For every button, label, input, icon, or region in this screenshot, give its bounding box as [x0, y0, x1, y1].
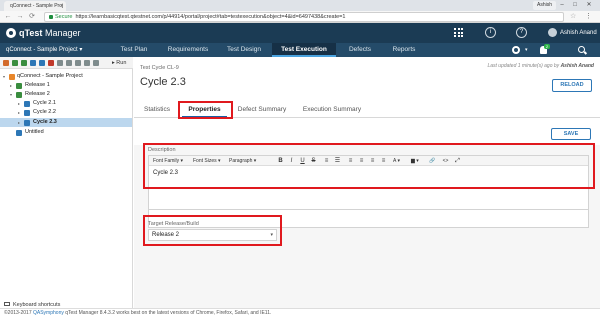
nav-defects[interactable]: Defects — [340, 43, 380, 57]
properties-highlight-box — [178, 101, 233, 119]
keyboard-icon — [4, 302, 10, 306]
gear-icon[interactable] — [512, 46, 520, 54]
tab-execution-summary[interactable]: Execution Summary — [298, 101, 366, 118]
qasymphony-link[interactable]: QASymphony — [33, 310, 64, 316]
browser-tab-bar: qConnect - Sample Proj × Ashish – □ ✕ — [0, 0, 600, 11]
back-icon[interactable]: ← — [4, 12, 12, 22]
module-nav: qConnect - Sample Project ▾ Test Plan Re… — [0, 43, 600, 57]
browser-tab[interactable]: qConnect - Sample Proj × — [4, 1, 66, 11]
tree-panel: ▸ Run ▾ qConnect - Sample Project ▸ Rele… — [0, 57, 133, 308]
tree-item-untitled[interactable]: Untitled — [0, 128, 132, 137]
forward-icon[interactable]: → — [16, 12, 24, 22]
main-panel: Test Cycle CL-9 Cycle 2.3 Last updated 1… — [134, 57, 600, 308]
tree-item-label: Release 2 — [25, 91, 50, 97]
bookmark-star-icon[interactable]: ☆ — [570, 12, 576, 22]
tree-item-label: Cycle 2.2 — [33, 109, 56, 115]
tab-defect-summary[interactable]: Defect Summary — [234, 101, 290, 118]
maximize-icon[interactable]: □ — [569, 0, 581, 10]
refresh-icon[interactable]: ⟳ — [28, 12, 36, 22]
save-button[interactable]: SAVE — [551, 128, 591, 140]
qtest-logo-icon — [6, 28, 16, 38]
release-icon — [16, 91, 22, 98]
notification-badge: 2 — [544, 44, 550, 49]
expand-arrow-icon[interactable]: ▸ — [18, 99, 20, 108]
new-cycle-icon[interactable] — [12, 60, 18, 66]
last-updated-user[interactable]: Ashish Anand — [561, 63, 594, 69]
close-tab-icon[interactable]: × — [60, 1, 63, 11]
lock-icon — [49, 14, 53, 19]
user-name[interactable]: Ashish Anand — [560, 28, 597, 38]
tree-item-release-1[interactable]: ▸ Release 1 — [0, 81, 132, 90]
tree-item-label: qConnect - Sample Project — [17, 73, 83, 79]
cycle-icon — [24, 100, 30, 107]
close-window-icon[interactable]: ✕ — [583, 0, 595, 10]
run-button[interactable]: ▸ Run — [112, 57, 126, 69]
app-header: qTest Manager i ? Ashish Anand — [0, 23, 600, 43]
copyright-text: ©2013-2017 — [4, 310, 32, 316]
filter-icon[interactable] — [57, 60, 63, 66]
expand-arrow-icon[interactable]: ▸ — [10, 81, 12, 90]
footer-note: qTest Manager 8.4.3.2 works best on the … — [63, 310, 272, 316]
nav-test-design[interactable]: Test Design — [218, 43, 270, 57]
cycle-icon — [24, 109, 30, 116]
collapse-arrow-icon[interactable]: ▾ — [3, 72, 5, 81]
last-updated-text: Last updated 1 minute(s) ago by — [487, 63, 560, 69]
search-icon[interactable] — [578, 46, 585, 53]
minimize-icon[interactable]: – — [556, 0, 568, 10]
tree-item-label: Cycle 2.1 — [33, 100, 56, 106]
release-icon — [16, 82, 22, 89]
url-text: https://learnbasicqtest.qtestnet.com/p/4… — [75, 14, 346, 20]
browser-menu-icon[interactable]: ⋮ — [585, 12, 592, 22]
copy-icon[interactable] — [30, 60, 36, 66]
page-title: Cycle 2.3 — [140, 76, 186, 88]
expand-icon[interactable] — [84, 60, 90, 66]
expand-arrow-icon[interactable]: ▸ — [18, 108, 20, 117]
gear-caret-icon[interactable]: ▾ — [525, 43, 528, 57]
tree-item-cycle-2-3[interactable]: ▸ Cycle 2.3 — [0, 118, 132, 127]
browser-tab-title: qConnect - Sample Proj — [10, 3, 64, 9]
tree-item-label: Release 1 — [25, 82, 50, 88]
brand-name: qTest — [19, 28, 43, 38]
avatar[interactable] — [548, 28, 557, 37]
tree-item-project[interactable]: ▾ qConnect - Sample Project — [0, 72, 132, 81]
nav-reports[interactable]: Reports — [384, 43, 424, 57]
collapse-icon[interactable] — [93, 60, 99, 66]
project-selector[interactable]: qConnect - Sample Project ▾ — [6, 43, 82, 57]
description-highlight-box — [143, 143, 595, 189]
tab-statistics[interactable]: Statistics — [140, 101, 174, 118]
info-icon[interactable]: i — [485, 27, 496, 38]
help-icon[interactable]: ? — [516, 27, 527, 38]
reload-button[interactable]: RELOAD — [552, 79, 592, 92]
secure-label: Secure — [55, 14, 73, 20]
refresh-tree-icon[interactable] — [75, 60, 81, 66]
nav-requirements[interactable]: Requirements — [162, 43, 214, 57]
nav-test-execution[interactable]: Test Execution — [272, 43, 336, 57]
address-bar: ← → ⟳ Secure https://learnbasicqtest.qtes… — [0, 11, 600, 23]
nav-test-plan[interactable]: Test Plan — [108, 43, 160, 57]
tree-item-release-2[interactable]: ▾ Release 2 — [0, 90, 132, 99]
tree-toolbar: ▸ Run — [0, 57, 133, 69]
project-icon — [9, 73, 15, 80]
target-release-highlight-box — [143, 215, 282, 246]
product-name: Manager — [45, 28, 81, 38]
tree-item-cycle-2-2[interactable]: ▸ Cycle 2.2 — [0, 108, 132, 117]
cycle-icon — [24, 119, 30, 126]
apps-grid-icon[interactable] — [454, 28, 463, 37]
expand-arrow-icon[interactable]: ▸ — [18, 118, 20, 127]
sort-icon[interactable] — [66, 60, 72, 66]
collapse-arrow-icon[interactable]: ▾ — [10, 90, 12, 99]
last-updated: Last updated 1 minute(s) ago by Ashish A… — [487, 63, 594, 69]
paste-icon[interactable] — [39, 60, 45, 66]
url-input[interactable]: Secure https://learnbasicqtest.qtestnet.c… — [44, 12, 564, 22]
delete-icon[interactable] — [48, 60, 54, 66]
window-user[interactable]: Ashish — [532, 1, 556, 10]
page-footer: ©2013-2017 QASymphony qTest Manager 8.4.… — [0, 308, 600, 317]
tree-item-label: Cycle 2.3 — [33, 119, 57, 125]
tree-item-cycle-2-1[interactable]: ▸ Cycle 2.1 — [0, 99, 132, 108]
new-release-icon[interactable] — [3, 60, 9, 66]
tree-item-label: Untitled — [25, 129, 44, 135]
cycle-icon — [16, 129, 22, 136]
test-cycle-id: Test Cycle CL-9 — [140, 65, 179, 71]
new-suite-icon[interactable] — [21, 60, 27, 66]
